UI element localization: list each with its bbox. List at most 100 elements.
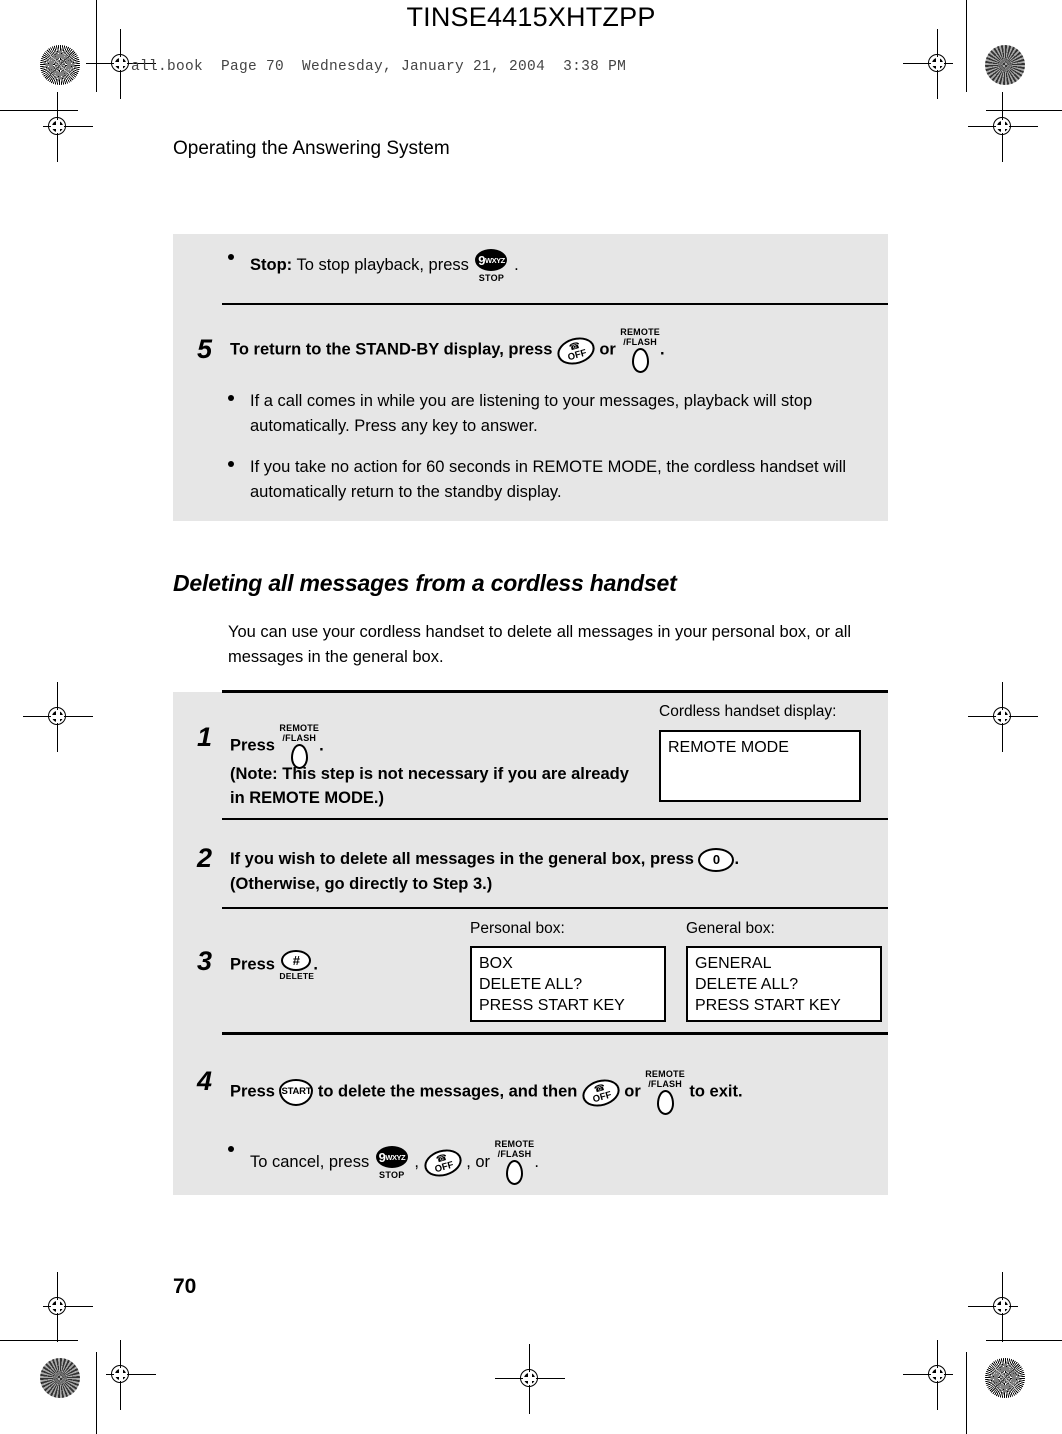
off-key-label: OFF <box>591 1088 613 1105</box>
key-9-letters: WXYZ <box>385 1153 406 1162</box>
bullet-dot-icon <box>228 395 234 401</box>
display-line: GENERAL <box>695 955 772 972</box>
remote-flash-line-2: /FLASH <box>648 1078 682 1089</box>
stop-bullet-label: Stop: <box>250 255 293 274</box>
step-4-number: 4 <box>197 1066 213 1096</box>
step-4-cancel-bullet: To cancel, press 9WXYZ STOP , ☎ OFF , or… <box>228 1139 888 1185</box>
registration-mark-bottom-left <box>104 1340 156 1410</box>
pound-delete-key-icon[interactable]: # DELETE <box>279 950 315 981</box>
panel-top-rule <box>222 690 888 693</box>
step-4-text-end: to exit. <box>689 1082 743 1101</box>
personal-box-label: Personal box: <box>470 920 565 937</box>
personal-box-display: BOX DELETE ALL? PRESS START KEY <box>470 946 666 1022</box>
remote-flash-line-2: /FLASH <box>497 1148 532 1159</box>
step-3-press-label: Press <box>230 955 275 974</box>
display-line: DELETE ALL? <box>479 976 583 993</box>
registration-mark-bottom-right <box>903 1340 955 1410</box>
trim-line-bottom-left-vertical <box>96 1352 97 1434</box>
start-key-icon[interactable]: START <box>279 1079 314 1106</box>
step-3-number: 3 <box>197 946 213 976</box>
bullet-dot-icon <box>228 1146 234 1152</box>
step-1-note: (Note: This step is not necessary if you… <box>230 765 629 807</box>
step-3-after-key: . <box>313 955 319 974</box>
step-2-line-2: (Otherwise, go directly to Step 3.) <box>230 875 493 893</box>
remote-flash-key-icon[interactable]: REMOTE /FLASH <box>645 1069 685 1115</box>
trim-line-lower-left-horizontal <box>0 1340 78 1341</box>
cancel-separator-2: , or <box>466 1152 491 1171</box>
cancel-text-end: . <box>534 1152 539 1171</box>
zero-key-icon[interactable]: 0 <box>698 848 735 872</box>
display-line: BOX <box>479 955 513 972</box>
remote-flash-line-2: /FLASH <box>282 732 317 743</box>
remote-flash-oval <box>656 1090 674 1115</box>
display-line: DELETE ALL? <box>695 976 799 993</box>
registration-mark-right-middle <box>968 682 1038 752</box>
starburst-mark-bottom-left <box>40 1358 80 1398</box>
step-4-instruction: Press START to delete the messages, and … <box>230 1069 890 1115</box>
starburst-mark-top-left <box>40 45 80 85</box>
registration-mark-left-lower <box>41 1272 93 1342</box>
stop-bullet: Stop: To stop playback, press 9WXYZ STOP… <box>228 248 848 283</box>
page-number: 70 <box>173 1275 197 1298</box>
step-5-conjunction: or <box>599 340 616 359</box>
starburst-mark-top-right <box>985 45 1025 85</box>
9-wxyz-stop-key-icon[interactable]: 9WXYZ STOP <box>473 248 509 283</box>
panel-separator-rule-1 <box>222 303 888 305</box>
step-5-text-before: To return to the STAND-BY display, press <box>230 340 553 359</box>
step-4-conjunction: or <box>624 1082 641 1101</box>
delete-key-label: DELETE <box>279 971 315 981</box>
key-9-letters: WXYZ <box>485 256 505 265</box>
remote-flash-oval <box>505 1160 523 1185</box>
cancel-text-before: To cancel, press <box>250 1152 370 1171</box>
off-key-icon[interactable]: ☎ OFF <box>578 1074 623 1111</box>
remote-flash-oval <box>631 348 649 373</box>
step-4-text-mid: to delete the messages, and then <box>317 1082 578 1101</box>
registration-mark-top-right <box>903 29 955 99</box>
off-key-icon[interactable]: ☎ OFF <box>420 1144 465 1181</box>
general-box-display: GENERAL DELETE ALL? PRESS START KEY <box>686 946 882 1022</box>
registration-mark-right-lower <box>968 1272 1020 1342</box>
cordless-display-label: Cordless handset display: <box>659 703 837 720</box>
stop-bullet-period: . <box>514 255 519 274</box>
section-intro-paragraph: You can use your cordless handset to del… <box>228 623 852 666</box>
step-5-bullet-2: If you take no action for 60 seconds in … <box>228 455 868 505</box>
step-4-press-label: Press <box>230 1082 275 1101</box>
off-key-icon[interactable]: ☎ OFF <box>554 332 598 369</box>
bullet-dot-icon <box>228 461 234 467</box>
running-head: Operating the Answering System <box>173 138 450 159</box>
step-2-instruction: If you wish to delete all messages in th… <box>230 848 880 872</box>
step-5-text-after: . <box>659 340 665 359</box>
step-5-bullet-1-text: If a call comes in while you are listeni… <box>250 392 813 435</box>
registration-mark-right-upper <box>968 92 1038 162</box>
panel-separator-rule-3 <box>222 907 888 909</box>
general-box-label: General box: <box>686 920 775 937</box>
document-code: TINSE4415XHTZPP <box>406 2 656 32</box>
section-heading: Deleting all messages from a cordless ha… <box>173 570 677 596</box>
step-1-after-key: . <box>319 736 324 755</box>
off-key-label: OFF <box>433 1158 455 1175</box>
panel-separator-rule-4 <box>222 1032 888 1035</box>
bullet-dot-icon <box>228 254 234 260</box>
step-1-number: 1 <box>197 722 213 752</box>
step-2-text-after: . <box>734 850 740 869</box>
trim-line-bottom-right-vertical <box>966 1352 967 1434</box>
cancel-separator-1: , <box>414 1152 420 1171</box>
registration-mark-bottom-center <box>495 1344 565 1414</box>
remote-flash-line-2: /FLASH <box>623 336 657 347</box>
key-stop-label: STOP <box>478 273 505 283</box>
key-stop-label: STOP <box>379 1170 405 1180</box>
remote-flash-key-icon[interactable]: REMOTE /FLASH <box>495 1139 535 1185</box>
step-2-number: 2 <box>197 843 213 873</box>
step-5-instruction: To return to the STAND-BY display, press… <box>230 327 870 373</box>
trim-line-lower-right-horizontal <box>986 1340 1062 1341</box>
registration-mark-left-upper <box>41 92 93 162</box>
remote-flash-key-icon[interactable]: REMOTE /FLASH <box>620 327 660 373</box>
step-2-text-before: If you wish to delete all messages in th… <box>230 850 694 869</box>
step-5-bullet-1: If a call comes in while you are listeni… <box>228 389 868 439</box>
display-line: PRESS START KEY <box>695 997 841 1014</box>
9-wxyz-stop-key-icon[interactable]: 9WXYZ STOP <box>374 1145 410 1180</box>
step-3-instruction: Press # DELETE . <box>230 950 460 981</box>
step-1-press-label: Press <box>230 736 275 755</box>
file-stamp: all.book Page 70 Wednesday, January 21, … <box>131 59 627 75</box>
pound-symbol: # <box>281 950 312 971</box>
